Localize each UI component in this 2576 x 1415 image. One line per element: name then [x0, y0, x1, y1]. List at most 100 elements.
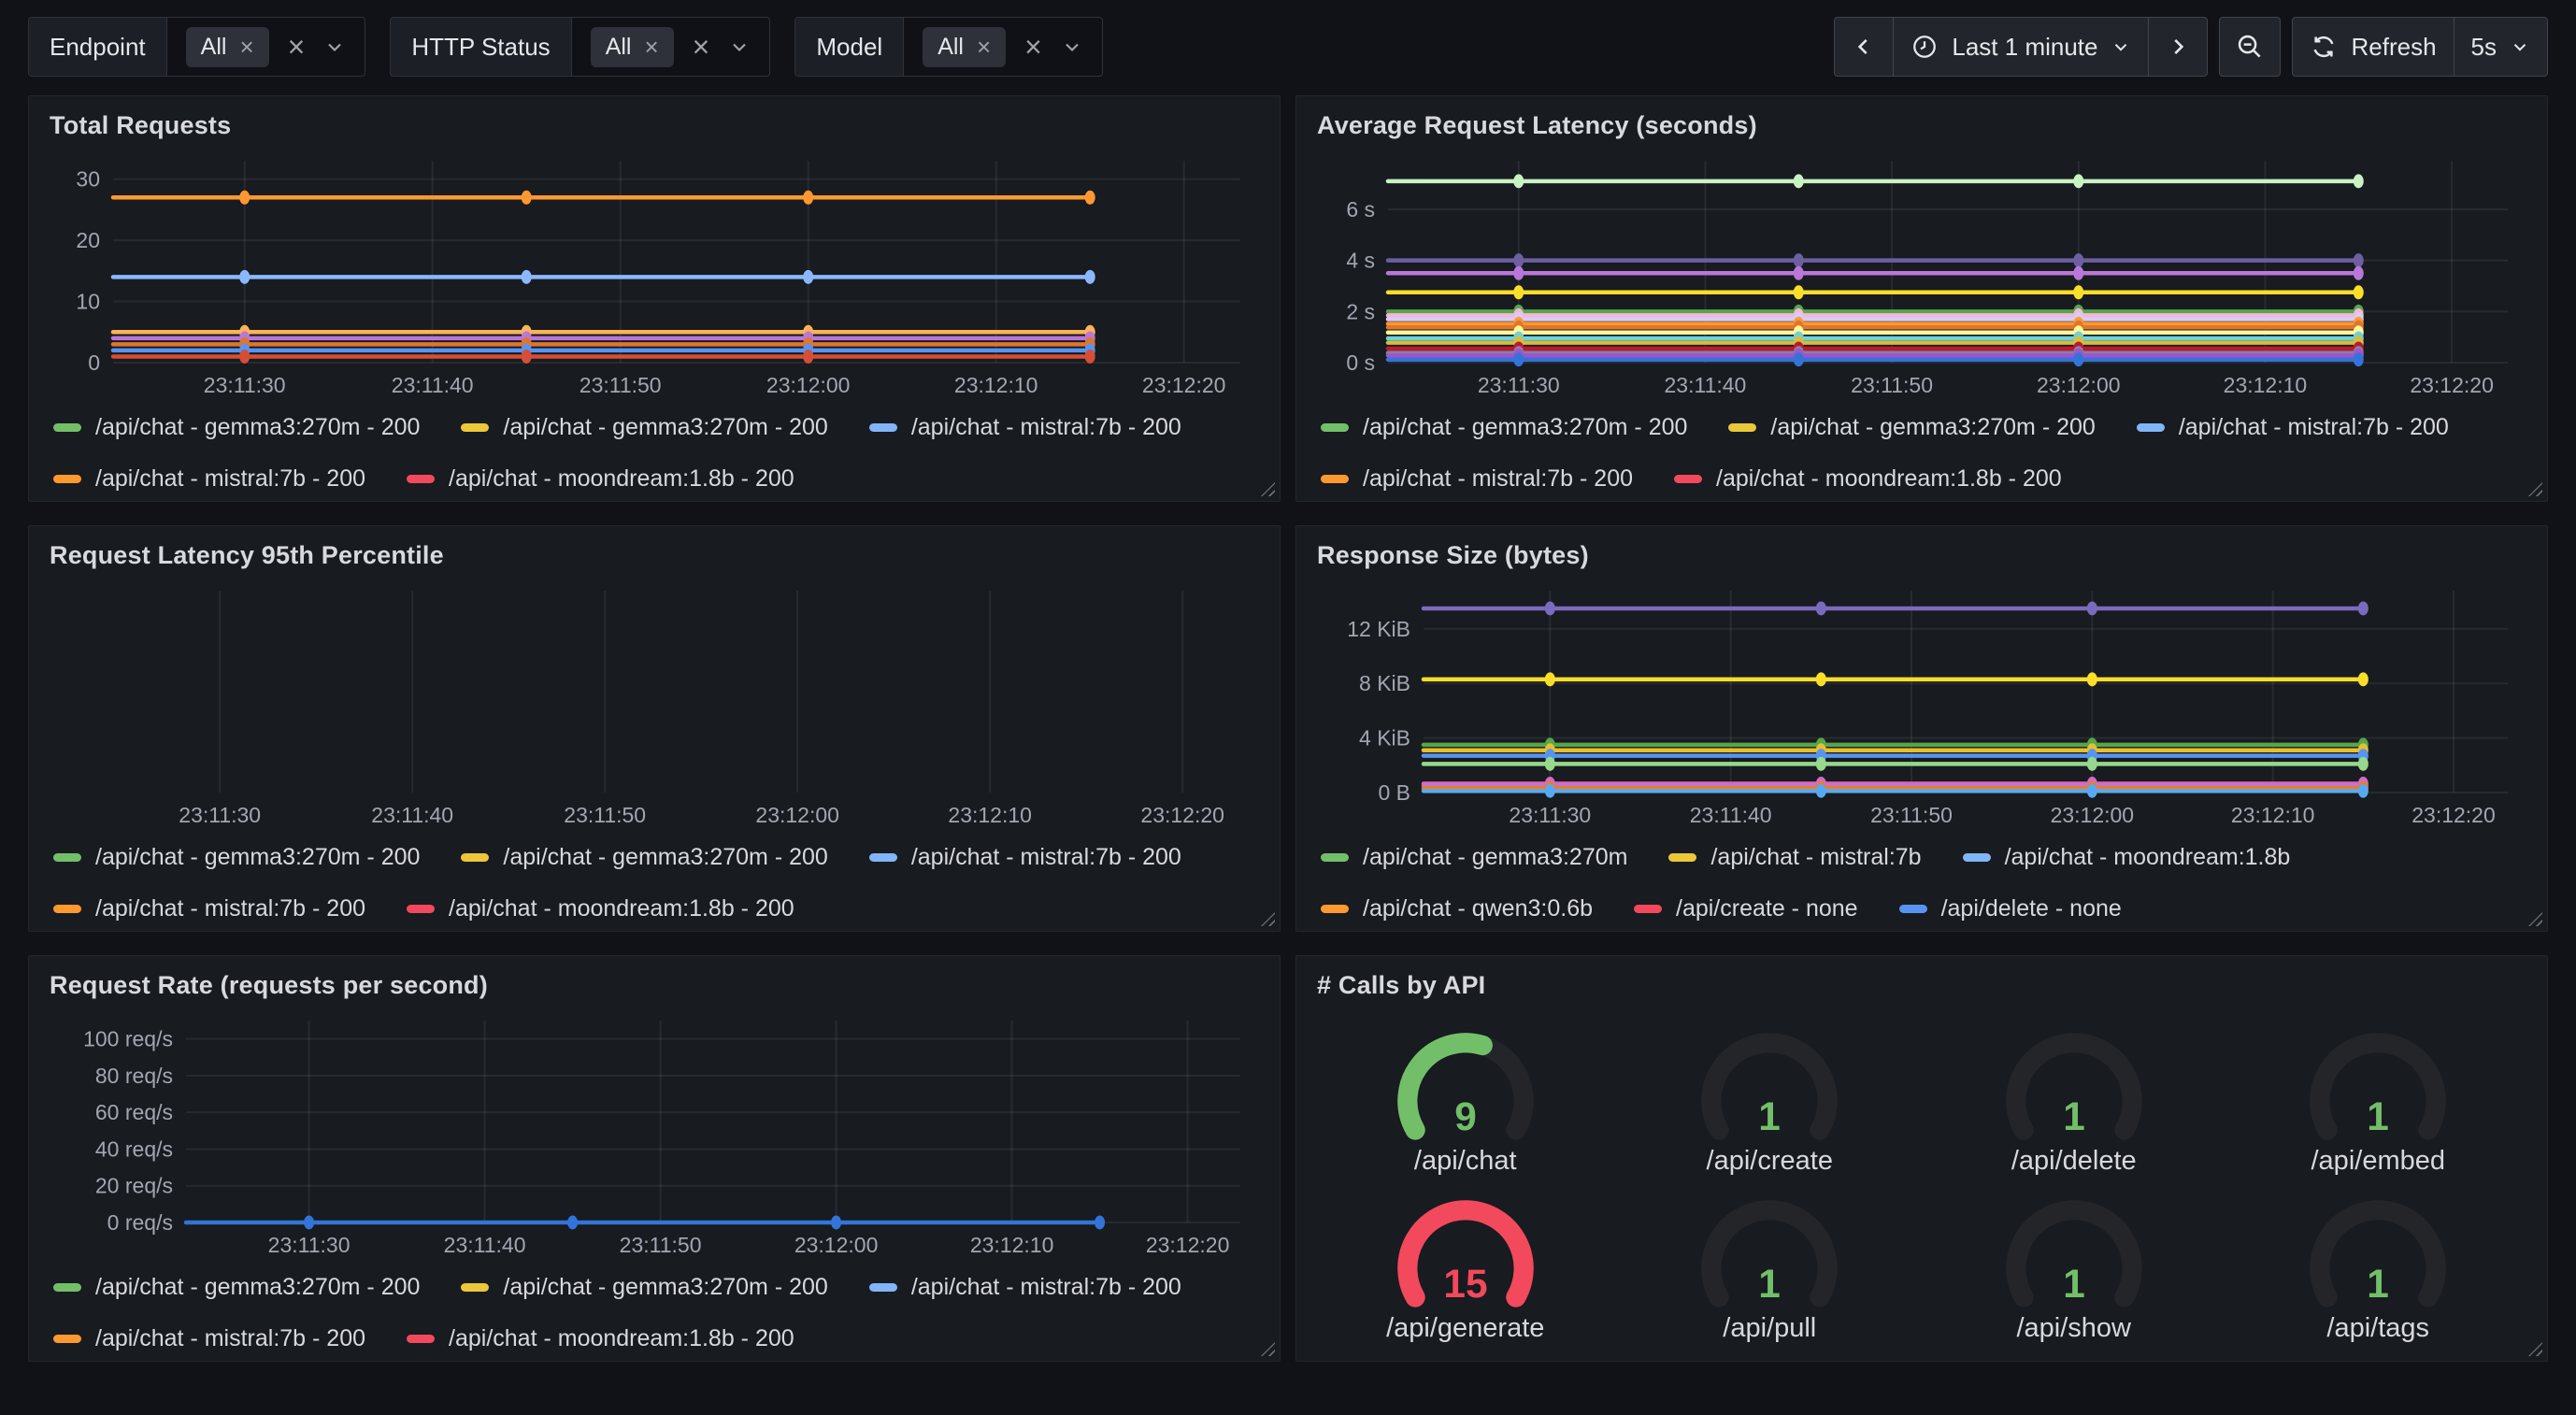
- gauge-value: 15: [1443, 1262, 1487, 1306]
- filter-clear-icon[interactable]: ×: [288, 32, 306, 62]
- chip-remove-icon[interactable]: ×: [239, 35, 253, 59]
- svg-text:10: 10: [76, 290, 100, 314]
- panel-resize-handle[interactable]: [2528, 482, 2542, 496]
- panel-latency-p95: Request Latency 95th Percentile 23:11:30…: [28, 525, 1281, 932]
- svg-text:23:12:00: 23:12:00: [755, 803, 839, 827]
- legend-color-chip: [53, 853, 81, 862]
- panel-resize-handle[interactable]: [2528, 912, 2542, 926]
- legend-item[interactable]: /api/chat - mistral:7b - 200: [869, 844, 1181, 871]
- svg-text:23:11:30: 23:11:30: [204, 373, 286, 397]
- filter-endpoint-chip[interactable]: All ×: [186, 27, 269, 67]
- panel-resize-handle[interactable]: [2528, 1342, 2542, 1356]
- filter-model-value[interactable]: All × ×: [904, 18, 1102, 76]
- gauge-api-pull: 1/api/pull: [1618, 1192, 1923, 1344]
- legend-series-label: /api/chat - moondream:1.8b - 200: [1716, 465, 2062, 493]
- legend-series-label: /api/chat - gemma3:270m - 200: [1770, 414, 2095, 441]
- panel-title[interactable]: Total Requests: [50, 111, 1263, 140]
- filter-http-status-value[interactable]: All × ×: [572, 18, 770, 76]
- svg-text:23:12:00: 23:12:00: [2051, 803, 2135, 827]
- legend-item[interactable]: /api/chat - gemma3:270m - 200: [1321, 414, 1687, 441]
- svg-text:23:11:50: 23:11:50: [1870, 803, 1953, 827]
- panel-resize-handle[interactable]: [1261, 1342, 1275, 1356]
- chevron-down-icon[interactable]: [323, 36, 346, 58]
- legend-item[interactable]: /api/chat - gemma3:270m - 200: [53, 1274, 420, 1301]
- panel-request-rate: Request Rate (requests per second) 23:11…: [28, 955, 1281, 1362]
- legend-series-label: /api/chat - gemma3:270m - 200: [1363, 414, 1687, 441]
- svg-text:40 req/s: 40 req/s: [95, 1136, 173, 1161]
- clock-icon: [1911, 33, 1939, 61]
- chart-avg-latency: 23:11:3023:11:4023:11:5023:12:0023:12:10…: [1313, 150, 2530, 405]
- legend-item[interactable]: /api/chat - moondream:1.8b - 200: [407, 1325, 794, 1352]
- svg-text:23:11:40: 23:11:40: [1665, 373, 1747, 397]
- svg-text:23:12:10: 23:12:10: [2231, 803, 2315, 827]
- refresh-button[interactable]: Refresh: [2293, 18, 2454, 76]
- legend-item[interactable]: /api/chat - mistral:7b - 200: [53, 1325, 365, 1352]
- time-shift-forward-button[interactable]: [2149, 18, 2207, 76]
- svg-text:23:11:50: 23:11:50: [580, 373, 662, 397]
- legend-item[interactable]: /api/chat - gemma3:270m - 200: [461, 1274, 827, 1301]
- legend-item[interactable]: /api/chat - qwen3:0.6b: [1321, 895, 1593, 922]
- legend-series-label: /api/chat - mistral:7b - 200: [911, 414, 1181, 441]
- svg-text:23:11:40: 23:11:40: [444, 1233, 526, 1257]
- chevron-down-icon[interactable]: [728, 36, 751, 58]
- legend-item[interactable]: /api/chat - moondream:1.8b - 200: [407, 895, 794, 922]
- legend-item[interactable]: /api/chat - mistral:7b - 200: [869, 414, 1181, 441]
- legend-item[interactable]: /api/chat - moondream:1.8b: [1963, 844, 2291, 871]
- legend-color-chip: [1963, 853, 1991, 862]
- avg_latency-plot: 23:11:3023:11:4023:11:5023:12:0023:12:10…: [1313, 150, 2525, 400]
- filter-clear-icon[interactable]: ×: [1024, 32, 1042, 62]
- dashboard-grid: Total Requests 23:11:3023:11:4023:11:502…: [0, 88, 2576, 1390]
- gauge-label: /api/chat: [1414, 1146, 1517, 1177]
- zoom-out-icon: [2235, 32, 2265, 62]
- panel-title[interactable]: Request Rate (requests per second): [50, 971, 1263, 1000]
- legend-item[interactable]: /api/chat - gemma3:270m - 200: [461, 844, 827, 871]
- legend-item[interactable]: /api/chat - gemma3:270m - 200: [1728, 414, 2095, 441]
- time-range-picker[interactable]: Last 1 minute: [1894, 18, 2149, 76]
- gauge-arc: 1: [1995, 1024, 2154, 1146]
- gauge-label: /api/generate: [1386, 1313, 1544, 1344]
- legend-item[interactable]: /api/chat - moondream:1.8b - 200: [1674, 465, 2062, 493]
- legend-item[interactable]: /api/chat - mistral:7b - 200: [2137, 414, 2449, 441]
- legend-item[interactable]: /api/chat - mistral:7b: [1668, 844, 1921, 871]
- legend-item[interactable]: /api/chat - mistral:7b - 200: [53, 465, 365, 493]
- gauge-api-tags: 1/api/tags: [2226, 1192, 2531, 1344]
- legend-item[interactable]: /api/chat - moondream:1.8b - 200: [407, 465, 794, 493]
- filter-http-status-chip[interactable]: All ×: [591, 27, 674, 67]
- legend-item[interactable]: /api/chat - gemma3:270m - 200: [53, 414, 420, 441]
- gauge-api-show: 1/api/show: [1922, 1192, 2226, 1344]
- time-shift-back-button[interactable]: [1835, 18, 1894, 76]
- chip-remove-icon[interactable]: ×: [977, 35, 991, 59]
- legend-item[interactable]: /api/chat - gemma3:270m: [1321, 844, 1627, 871]
- panel-resize-handle[interactable]: [1261, 912, 1275, 926]
- refresh-interval-dropdown[interactable]: 5s: [2454, 18, 2547, 76]
- filter-model-chip[interactable]: All ×: [923, 27, 1006, 67]
- legend-item[interactable]: /api/create - none: [1634, 895, 1858, 922]
- legend-color-chip: [1899, 905, 1927, 913]
- svg-text:23:12:00: 23:12:00: [766, 373, 851, 397]
- svg-text:23:11:40: 23:11:40: [371, 803, 453, 827]
- legend-series-label: /api/chat - moondream:1.8b: [2005, 844, 2291, 871]
- legend-item[interactable]: /api/chat - mistral:7b - 200: [1321, 465, 1633, 493]
- zoom-out-button[interactable]: [2219, 17, 2281, 77]
- legend-color-chip: [1321, 905, 1349, 913]
- chip-remove-icon[interactable]: ×: [644, 35, 658, 59]
- legend-item[interactable]: /api/chat - gemma3:270m - 200: [461, 414, 827, 441]
- panel-title[interactable]: # Calls by API: [1317, 971, 2530, 1000]
- panel-response-size: Response Size (bytes) 23:11:3023:11:4023…: [1295, 525, 2548, 932]
- filter-clear-icon[interactable]: ×: [693, 32, 710, 62]
- legend-item[interactable]: /api/chat - mistral:7b - 200: [53, 895, 365, 922]
- chevron-down-icon[interactable]: [1061, 36, 1083, 58]
- gauge-value: 1: [2063, 1262, 2085, 1306]
- legend-item[interactable]: /api/chat - gemma3:270m - 200: [53, 844, 420, 871]
- panel-title[interactable]: Average Request Latency (seconds): [1317, 111, 2530, 140]
- response_size-plot: 23:11:3023:11:4023:11:5023:12:0023:12:10…: [1313, 579, 2525, 830]
- gauge-label: /api/delete: [2011, 1146, 2137, 1177]
- panel-title[interactable]: Request Latency 95th Percentile: [50, 541, 1263, 570]
- gauge-api-delete: 1/api/delete: [1922, 1024, 2226, 1177]
- panel-resize-handle[interactable]: [1261, 482, 1275, 496]
- legend-color-chip: [1321, 853, 1349, 862]
- filter-endpoint-value[interactable]: All × ×: [167, 18, 365, 76]
- panel-title[interactable]: Response Size (bytes): [1317, 541, 2530, 570]
- legend-item[interactable]: /api/delete - none: [1899, 895, 2122, 922]
- legend-item[interactable]: /api/chat - mistral:7b - 200: [869, 1274, 1181, 1301]
